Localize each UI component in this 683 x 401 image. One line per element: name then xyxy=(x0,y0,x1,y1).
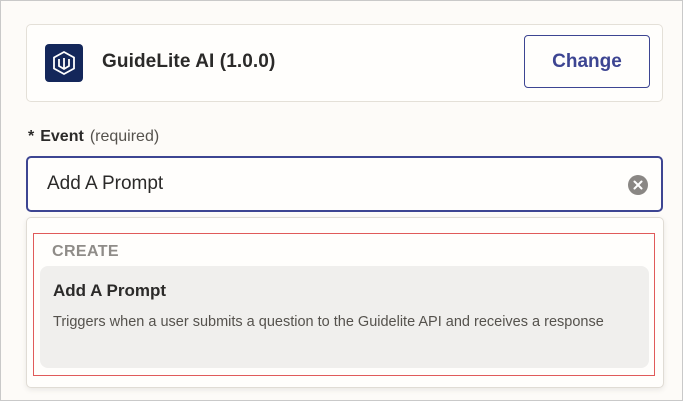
app-setup-panel: GuideLite AI (1.0.0) Change * Event (requi… xyxy=(0,0,683,401)
event-select-value: Add A Prompt xyxy=(47,173,164,194)
event-select[interactable]: Add A Prompt xyxy=(26,156,663,212)
event-field-label: * Event (required) xyxy=(28,128,159,146)
event-dropdown-menu: CREATE Add A Prompt Triggers when a user… xyxy=(26,217,664,388)
required-hint: (required) xyxy=(89,128,160,145)
option-title: Add A Prompt xyxy=(53,281,167,300)
clear-selection-icon[interactable] xyxy=(628,175,648,195)
option-description: Triggers when a user submits a question … xyxy=(53,314,604,330)
selected-app-card: GuideLite AI (1.0.0) Change xyxy=(26,24,663,102)
event-label-text: Event xyxy=(40,128,84,145)
guidelite-logo-icon xyxy=(45,44,83,82)
dropdown-option-add-a-prompt[interactable]: Add A Prompt Triggers when a user submit… xyxy=(40,266,649,368)
dropdown-group-heading: CREATE xyxy=(52,243,119,260)
change-app-button[interactable]: Change xyxy=(524,35,650,88)
required-marker: * xyxy=(28,128,35,145)
app-name: GuideLite AI (1.0.0) xyxy=(102,51,276,72)
